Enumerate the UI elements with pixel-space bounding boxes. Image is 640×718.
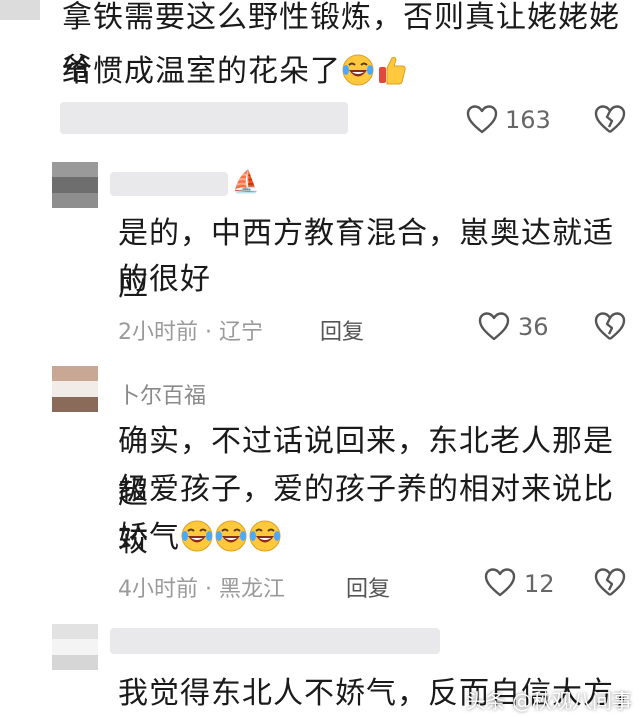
username-blurred xyxy=(110,628,440,654)
crying-laughing-emoji-icon xyxy=(341,53,375,87)
comment-2-reply-button[interactable]: 回复 xyxy=(320,314,364,346)
thumbs-up-emoji-icon xyxy=(375,53,409,87)
comment-1-line-2-text: 给惯成温室的花朵了 xyxy=(62,54,341,89)
dislike-broken-heart-icon[interactable] xyxy=(594,104,626,136)
sailboat-badge-icon: ⛵ xyxy=(232,170,260,195)
username-blurred xyxy=(110,172,228,196)
comment-3-line-3-text: 娇气 xyxy=(118,520,180,555)
avatar[interactable] xyxy=(52,366,98,412)
watermark: 头条 @秋观八间事 xyxy=(465,689,632,713)
comment-2-like-count: 36 xyxy=(518,313,549,341)
avatar[interactable] xyxy=(52,624,98,670)
crying-laughing-emoji-icon xyxy=(248,519,282,553)
comment-2-text-line-2: 的很好 xyxy=(118,262,211,297)
comment-3-reply-button[interactable]: 回复 xyxy=(346,571,390,603)
avatar[interactable] xyxy=(52,162,98,208)
like-heart-icon[interactable] xyxy=(478,311,510,343)
like-heart-icon[interactable] xyxy=(466,104,498,136)
avatar-fragment xyxy=(0,0,40,20)
dislike-broken-heart-icon[interactable] xyxy=(594,311,626,343)
comment-3-text-line-3: 娇气 xyxy=(118,512,282,564)
comment-3-time-location: 4小时前 · 黑龙江 xyxy=(118,577,285,602)
comment-1-meta-blurred xyxy=(60,102,348,134)
crying-laughing-emoji-icon xyxy=(180,519,214,553)
comment-3-username[interactable]: 卜尔百福 xyxy=(118,378,206,410)
comment-1-text-line-2: 给惯成温室的花朵了 xyxy=(62,46,409,98)
comment-2-time-location: 2小时前 · 辽宁 xyxy=(118,320,263,345)
comment-3-like-count: 12 xyxy=(524,570,555,598)
dislike-broken-heart-icon[interactable] xyxy=(594,567,626,599)
like-heart-icon[interactable] xyxy=(484,567,516,599)
comment-1-like-count: 163 xyxy=(505,106,551,134)
crying-laughing-emoji-icon xyxy=(214,519,248,553)
